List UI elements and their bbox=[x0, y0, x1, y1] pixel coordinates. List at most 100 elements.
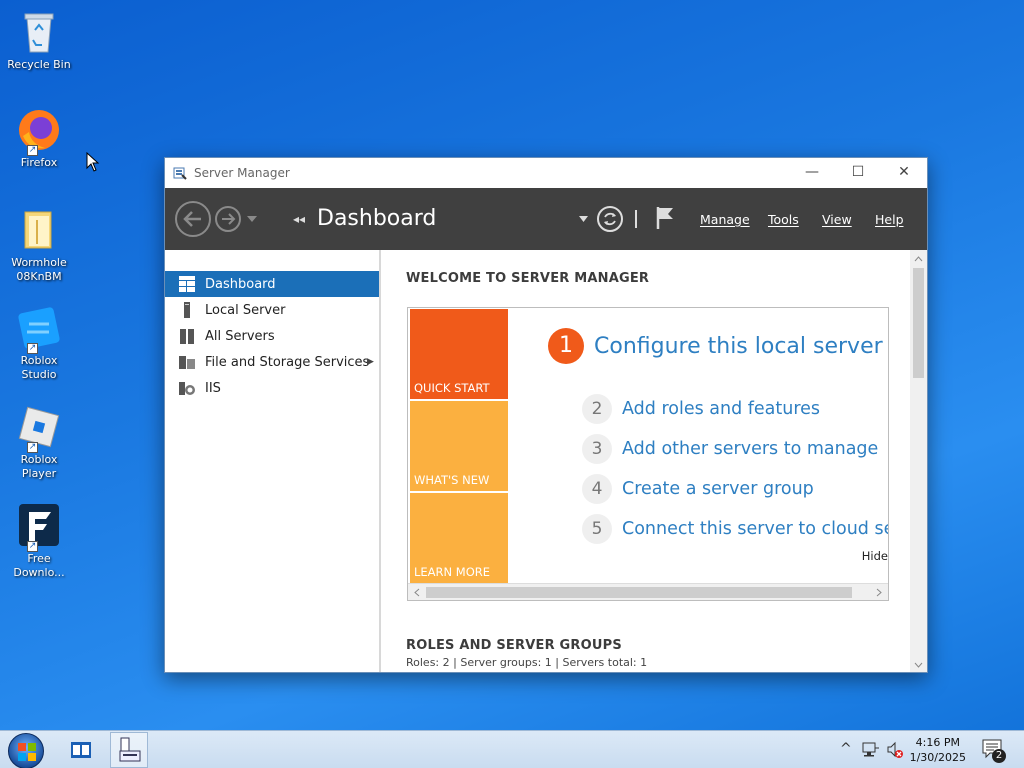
folder-icon bbox=[15, 206, 63, 254]
title-bar[interactable]: Server Manager — ☐ ✕ bbox=[165, 158, 927, 188]
tray-overflow-icon[interactable]: ^ bbox=[840, 741, 852, 757]
menu-help[interactable]: Help bbox=[875, 212, 904, 227]
breadcrumb-title: Dashboard bbox=[317, 206, 437, 231]
step-link[interactable]: Create a server group bbox=[622, 479, 814, 499]
desktop-icon-label: Recycle Bin bbox=[7, 58, 71, 71]
step-link[interactable]: Connect this server to cloud servic bbox=[622, 519, 888, 539]
step-configure-local-server[interactable]: 1 Configure this local server bbox=[548, 328, 883, 364]
minimize-button[interactable]: — bbox=[789, 158, 835, 188]
menu-tools[interactable]: Tools bbox=[768, 212, 799, 227]
step-number: 2 bbox=[582, 394, 612, 424]
back-button[interactable] bbox=[175, 201, 211, 237]
sidebar-item-local-server[interactable]: Local Server bbox=[165, 297, 379, 323]
sidebar-item-label: All Servers bbox=[205, 328, 275, 344]
tile-label: WHAT'S NEW bbox=[414, 473, 490, 487]
shortcut-arrow-icon: ↗ bbox=[27, 343, 38, 354]
hide-link[interactable]: Hide bbox=[862, 549, 888, 563]
horizontal-scrollbar[interactable] bbox=[408, 583, 888, 600]
desktop-icon-roblox-player[interactable]: ↗ Roblox Player bbox=[2, 403, 76, 481]
step-number: 1 bbox=[548, 328, 584, 364]
content-area: Dashboard Local Server All Servers File … bbox=[165, 250, 927, 672]
desktop-icon-wormhole[interactable]: Wormhole 08KnBM bbox=[2, 206, 76, 284]
firefox-icon: ↗ bbox=[15, 106, 63, 156]
desktop-icon-firefox[interactable]: ↗ Firefox bbox=[2, 106, 76, 170]
shortcut-arrow-icon: ↗ bbox=[27, 442, 38, 453]
sidebar: Dashboard Local Server All Servers File … bbox=[165, 250, 381, 672]
shortcut-arrow-icon: ↗ bbox=[27, 541, 38, 552]
close-button[interactable]: ✕ bbox=[881, 158, 927, 188]
vertical-scrollbar[interactable] bbox=[910, 250, 927, 672]
free-download-manager-icon: ↗ bbox=[15, 502, 63, 552]
welcome-heading: WELCOME TO SERVER MANAGER bbox=[406, 271, 650, 286]
forward-button[interactable] bbox=[215, 206, 241, 232]
sidebar-item-all-servers[interactable]: All Servers bbox=[165, 323, 379, 349]
sidebar-item-file-storage[interactable]: File and Storage Services ▶ bbox=[165, 349, 379, 375]
main-pane: WELCOME TO SERVER MANAGER QUICK START WH… bbox=[381, 250, 927, 672]
clock[interactable]: 4:16 PM 1/30/2025 bbox=[910, 735, 966, 765]
taskbar-server-manager-button[interactable] bbox=[110, 732, 148, 768]
refresh-button[interactable] bbox=[597, 206, 623, 232]
task-view-icon bbox=[71, 742, 91, 758]
scroll-down-icon[interactable] bbox=[914, 661, 923, 669]
scrollbar-thumb[interactable] bbox=[913, 268, 924, 378]
scroll-up-icon[interactable] bbox=[914, 255, 923, 263]
scroll-right-icon[interactable] bbox=[875, 588, 883, 597]
taskbar: ^ 4:16 PM 1/30/2025 2 bbox=[0, 730, 1024, 768]
roles-heading: ROLES AND SERVER GROUPS bbox=[406, 638, 622, 653]
volume-muted-icon[interactable] bbox=[886, 741, 904, 759]
history-dropdown-icon[interactable] bbox=[247, 216, 257, 222]
window-title: Server Manager bbox=[194, 166, 290, 180]
step-link[interactable]: Add other servers to manage bbox=[622, 439, 878, 459]
action-center-button[interactable]: 2 bbox=[980, 737, 1006, 763]
maximize-icon: ☐ bbox=[851, 164, 865, 180]
desktop-icon-label: Wormhole 08KnBM bbox=[11, 256, 67, 283]
clock-time: 4:16 PM bbox=[915, 736, 960, 749]
servers-icon bbox=[180, 329, 194, 344]
step-create-group[interactable]: 4 Create a server group bbox=[582, 474, 814, 504]
desktop-icon-free-download[interactable]: ↗ Free Downlo... bbox=[2, 502, 76, 580]
desktop-icon-label: Free Downlo... bbox=[13, 552, 65, 579]
step-add-roles[interactable]: 2 Add roles and features bbox=[582, 394, 820, 424]
sidebar-item-iis[interactable]: IIS bbox=[165, 375, 379, 401]
maximize-button[interactable]: ☐ bbox=[835, 158, 881, 188]
server-manager-window: Server Manager — ☐ ✕ ◂◂ Dashboard Manage… bbox=[164, 157, 928, 673]
refresh-icon bbox=[604, 212, 616, 226]
mouse-cursor-icon bbox=[86, 152, 100, 172]
network-icon[interactable] bbox=[862, 742, 880, 758]
back-arrow-icon bbox=[183, 211, 201, 227]
roles-summary: Roles: 2 | Server groups: 1 | Servers to… bbox=[406, 656, 648, 669]
start-button[interactable] bbox=[8, 733, 44, 768]
forward-arrow-icon bbox=[222, 213, 236, 225]
file-storage-icon bbox=[179, 356, 195, 369]
welcome-panel: QUICK START WHAT'S NEW LEARN MORE 1 Conf… bbox=[407, 307, 889, 601]
desktop-icon-label: Firefox bbox=[20, 156, 58, 169]
desktop-icon-roblox-studio[interactable]: ↗ Roblox Studio bbox=[2, 304, 76, 382]
refresh-dropdown-icon[interactable] bbox=[579, 216, 588, 222]
desktop-icon-label: Roblox Studio bbox=[20, 354, 58, 381]
sidebar-item-label: File and Storage Services bbox=[205, 354, 370, 370]
expand-arrow-icon[interactable]: ▶ bbox=[367, 357, 374, 367]
iis-icon bbox=[179, 382, 195, 395]
notifications-flag-icon[interactable] bbox=[655, 205, 677, 231]
tile-quick-start[interactable]: QUICK START bbox=[410, 309, 508, 399]
sidebar-item-dashboard[interactable]: Dashboard bbox=[165, 271, 379, 297]
step-connect-cloud[interactable]: 5 Connect this server to cloud servic bbox=[582, 514, 888, 544]
scrollbar-thumb[interactable] bbox=[426, 587, 852, 598]
scroll-left-icon[interactable] bbox=[413, 588, 421, 597]
roblox-player-icon: ↗ bbox=[15, 403, 63, 453]
toolbar-divider bbox=[635, 210, 637, 228]
step-link[interactable]: Configure this local server bbox=[594, 334, 883, 359]
step-link[interactable]: Add roles and features bbox=[622, 399, 820, 419]
toolbar: ◂◂ Dashboard Manage Tools View Help bbox=[165, 188, 927, 250]
step-add-servers[interactable]: 3 Add other servers to manage bbox=[582, 434, 878, 464]
tile-learn-more[interactable]: LEARN MORE bbox=[410, 493, 508, 583]
taskbar-explorer-button[interactable] bbox=[64, 733, 98, 767]
shortcut-arrow-icon: ↗ bbox=[27, 145, 38, 156]
desktop-icon-recycle-bin[interactable]: Recycle Bin bbox=[2, 8, 76, 72]
tile-whats-new[interactable]: WHAT'S NEW bbox=[410, 401, 508, 491]
menu-view[interactable]: View bbox=[822, 212, 852, 227]
menu-manage[interactable]: Manage bbox=[700, 212, 750, 227]
desktop-icon-label: Roblox Player bbox=[20, 453, 58, 480]
minimize-icon: — bbox=[805, 164, 819, 180]
server-manager-app-icon bbox=[173, 167, 187, 180]
